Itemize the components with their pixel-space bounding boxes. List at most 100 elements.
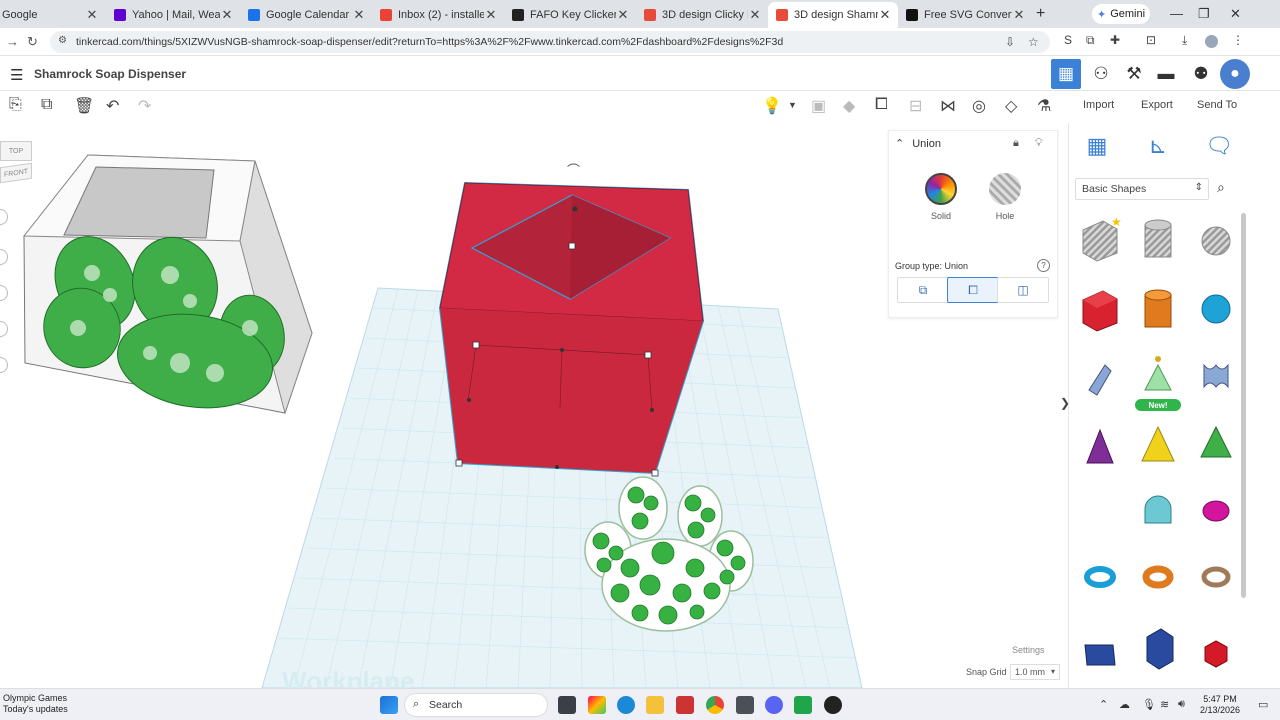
forward-icon[interactable]: → bbox=[6, 34, 19, 49]
close-icon[interactable]: ✕ bbox=[484, 7, 498, 23]
install-app-icon[interactable]: ⇩ bbox=[1005, 35, 1015, 49]
learning-center-icon[interactable]: ▬ bbox=[1151, 59, 1181, 89]
view-cube[interactable]: TOP FRONT bbox=[0, 141, 32, 187]
shape-wave[interactable] bbox=[1203, 363, 1229, 389]
hole-group-icon[interactable]: ◆ bbox=[843, 96, 855, 116]
shape-library-select[interactable]: Basic Shapes ⇕ bbox=[1075, 178, 1209, 200]
add-user-icon[interactable]: ⚉ bbox=[1186, 59, 1216, 89]
lightbulb-icon[interactable]: 💡︎ bbox=[1035, 137, 1043, 150]
undo-icon[interactable]: ↶ bbox=[106, 96, 119, 116]
shape-scribble[interactable] bbox=[1088, 364, 1112, 396]
reload-icon[interactable]: ↻ bbox=[27, 34, 38, 50]
close-icon[interactable]: ✕ bbox=[748, 7, 762, 23]
shape-polygon[interactable] bbox=[1146, 628, 1174, 670]
note-dropdown-icon[interactable]: ▼ bbox=[788, 100, 797, 110]
close-icon[interactable]: ✕ bbox=[616, 7, 630, 23]
shape-ring[interactable] bbox=[1201, 566, 1231, 588]
avatar[interactable]: ● bbox=[1220, 59, 1250, 89]
group-type-combine-button[interactable]: ⧉ bbox=[897, 277, 949, 303]
shape-generator[interactable] bbox=[1144, 356, 1172, 391]
ruler-tool-icon[interactable]: ⊾ bbox=[1143, 131, 1173, 161]
windows-start-icon[interactable] bbox=[380, 696, 398, 714]
microphone-icon[interactable]: 🎙︎ bbox=[1142, 698, 1156, 711]
group-type-intersect-button[interactable]: ◫ bbox=[997, 277, 1049, 303]
extension-icon[interactable]: ⧉ bbox=[1086, 33, 1095, 48]
import-button[interactable]: Import bbox=[1083, 99, 1114, 111]
edge-icon[interactable] bbox=[617, 696, 635, 714]
browser-tab-clicky-name[interactable]: 3D design Clicky Name ✕ bbox=[636, 4, 768, 26]
restore-icon[interactable]: ❐ bbox=[1198, 6, 1210, 22]
3d-design-view-icon[interactable]: ▦ bbox=[1051, 59, 1081, 89]
notifications-icon[interactable]: ▭ bbox=[1258, 698, 1268, 711]
rotate-handle-icon[interactable]: ⌒ bbox=[567, 164, 580, 179]
copy-icon[interactable]: ⎘ bbox=[9, 96, 22, 114]
redo-icon[interactable]: ↷ bbox=[138, 96, 151, 116]
url-bar[interactable]: ⚙ tinkercad.com/things/5XIZWVusNGB-shamr… bbox=[50, 31, 1050, 53]
delete-icon[interactable]: 🗑 bbox=[74, 96, 94, 116]
browser-tab-svg-converter[interactable]: Free SVG Converter ✕ bbox=[898, 4, 1032, 26]
chevron-up-icon[interactable]: ⌃ bbox=[895, 137, 904, 150]
export-button[interactable]: Export bbox=[1141, 99, 1173, 111]
app-icon[interactable] bbox=[676, 696, 694, 714]
browser-tab-shamrock[interactable]: 3D design Shamrock So ✕ bbox=[768, 2, 898, 28]
duplicate-icon[interactable]: ⧉ bbox=[41, 96, 52, 114]
send-to-button[interactable]: Send To bbox=[1197, 99, 1237, 111]
solid-color-swatch[interactable] bbox=[925, 173, 957, 205]
wifi-icon[interactable]: ≋ bbox=[1160, 698, 1169, 711]
chrome-icon[interactable] bbox=[706, 696, 724, 714]
workplane-view-icon[interactable]: ▣ bbox=[811, 96, 826, 116]
browser-tab-fafo[interactable]: FAFO Key Clicker - Free ✕ bbox=[504, 4, 636, 26]
group-icon[interactable]: ⧠ bbox=[875, 96, 888, 114]
close-icon[interactable]: ✕ bbox=[1012, 7, 1026, 23]
system-clock[interactable]: 5:47 PM 2/13/2026 bbox=[1200, 694, 1240, 716]
extension-s-icon[interactable]: S bbox=[1064, 33, 1072, 47]
browser-tab-yahoo[interactable]: Yahoo | Mail, Weather, S ✕ bbox=[106, 4, 240, 26]
close-icon[interactable]: ✕ bbox=[352, 7, 366, 23]
site-info-icon[interactable]: ⚙ bbox=[58, 35, 67, 46]
paw-box-model[interactable] bbox=[22, 154, 313, 417]
shape-roof[interactable] bbox=[1200, 425, 1232, 458]
shape-cylinder-hole[interactable] bbox=[1144, 219, 1172, 258]
shape-wedge[interactable] bbox=[1084, 644, 1116, 666]
browser-tab-google[interactable]: Google ✕ bbox=[0, 4, 105, 26]
close-icon[interactable]: ✕ bbox=[220, 7, 234, 23]
close-icon[interactable]: ✕ bbox=[85, 7, 99, 23]
shape-torus[interactable] bbox=[1084, 566, 1116, 588]
sim-lab-icon[interactable]: ⚒ bbox=[1119, 59, 1149, 89]
bookmark-star-icon[interactable]: ☆ bbox=[1028, 35, 1039, 49]
file-explorer-icon[interactable] bbox=[646, 696, 664, 714]
ruler-icon[interactable]: ◇ bbox=[1005, 96, 1017, 116]
shape-cylinder[interactable] bbox=[1144, 289, 1172, 328]
help-icon[interactable]: ? bbox=[1037, 259, 1050, 272]
mirror-icon[interactable]: ⋈ bbox=[940, 96, 956, 116]
group-type-union-button[interactable]: ⧠ bbox=[947, 277, 999, 303]
settings-link[interactable]: Settings bbox=[1012, 645, 1045, 655]
design-list-icon[interactable]: ☰ bbox=[10, 66, 23, 84]
excel-icon[interactable] bbox=[794, 696, 812, 714]
shape-half-cylinder[interactable] bbox=[1144, 495, 1172, 524]
shape-search-icon[interactable]: ⌕ bbox=[1217, 179, 1225, 196]
shape-cone[interactable] bbox=[1086, 428, 1114, 464]
onedrive-icon[interactable]: ☁ bbox=[1119, 698, 1130, 711]
shape-tube[interactable] bbox=[1142, 565, 1174, 589]
shape-paraboloid[interactable] bbox=[1202, 500, 1230, 522]
lock-icon[interactable]: 🔒︎ bbox=[1013, 137, 1019, 150]
puzzle-icon[interactable]: ✚ bbox=[1110, 33, 1120, 47]
align-icon[interactable]: ⊟ bbox=[909, 96, 922, 116]
blocks-view-icon[interactable]: ⚇ bbox=[1086, 59, 1116, 89]
taskbar-search[interactable]: ⌕ Search bbox=[404, 693, 548, 717]
notes-tool-icon[interactable]: 🗨︎ bbox=[1204, 131, 1234, 161]
shape-sphere[interactable] bbox=[1201, 294, 1231, 324]
shape-box[interactable] bbox=[1082, 290, 1118, 332]
task-view-icon[interactable] bbox=[558, 696, 576, 714]
shapes-scrollbar[interactable] bbox=[1241, 213, 1246, 598]
grab-icon[interactable]: ⚗ bbox=[1037, 96, 1051, 116]
workplane-tool-icon[interactable]: ▦ bbox=[1082, 131, 1112, 161]
union-box-model[interactable]: ⌒ bbox=[438, 164, 705, 477]
browser-menu-icon[interactable]: ⋮ bbox=[1232, 33, 1244, 47]
viewcube-top-face[interactable]: TOP bbox=[0, 141, 32, 161]
snap-grid-select[interactable]: 1.0 mm ▾ bbox=[1010, 664, 1060, 680]
close-icon[interactable]: ✕ bbox=[878, 7, 892, 23]
minimize-icon[interactable]: — bbox=[1170, 6, 1183, 21]
browser-tab-calendar[interactable]: Google Calendar - Febr ✕ bbox=[240, 4, 372, 26]
